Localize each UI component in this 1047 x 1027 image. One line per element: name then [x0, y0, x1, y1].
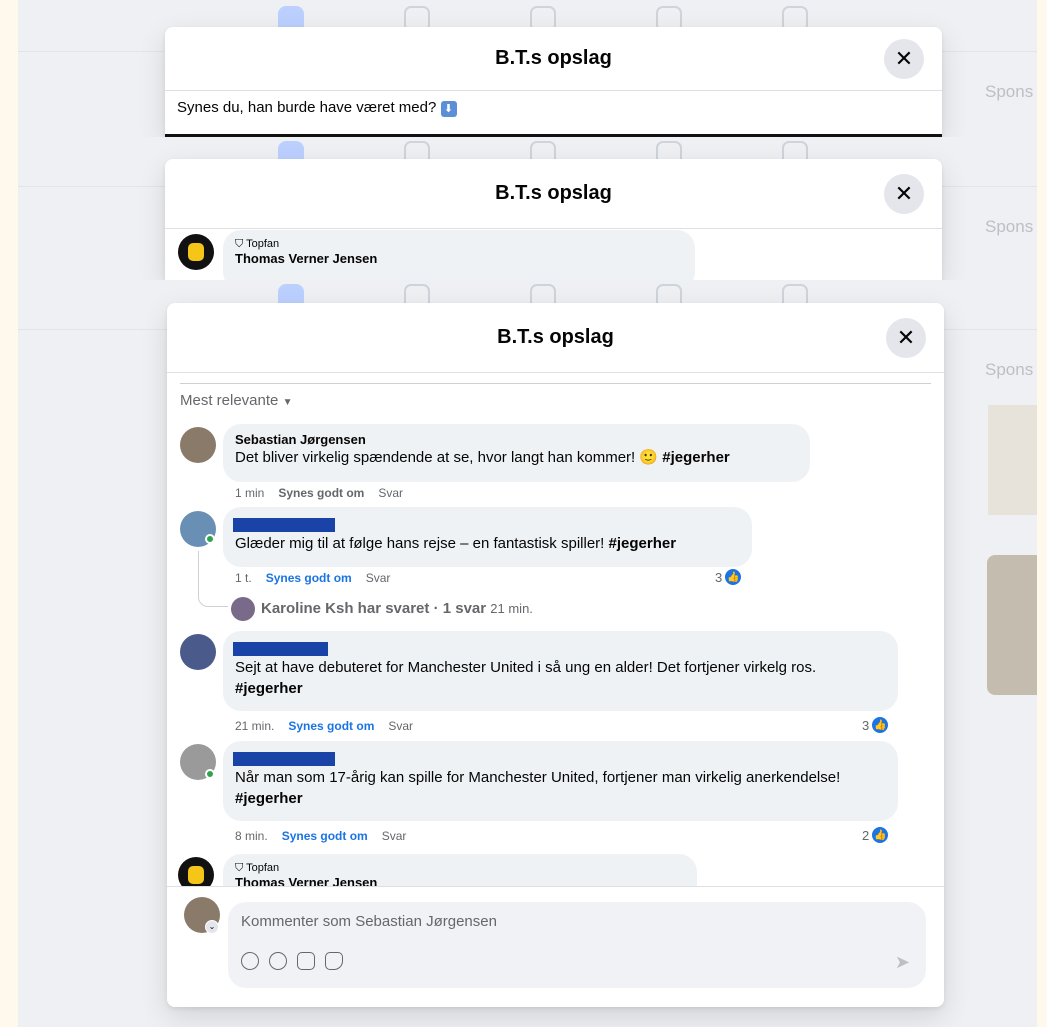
send-icon[interactable]: ➤: [895, 952, 910, 973]
sticker-icon[interactable]: [325, 952, 343, 970]
redacted-name: [233, 642, 328, 656]
sort-dropdown[interactable]: Mest relevante ▼: [180, 392, 292, 409]
like-button[interactable]: Synes godt om: [278, 486, 364, 500]
comment-bubble: Sebastian Jørgensen Det bliver virkelig …: [223, 424, 810, 482]
thread-line: [198, 551, 228, 607]
hashtag-link[interactable]: #jegerher: [609, 535, 677, 552]
comment-bubble: Glæder mig til at følge hans rejse – en …: [223, 507, 752, 567]
modal-title: B.T.s opslag: [497, 326, 614, 348]
arrow-down-emoji-icon: ⬇: [440, 101, 457, 117]
comment-time[interactable]: 1 min: [235, 486, 264, 500]
post-caption: Synes du, han burde have været med? ⬇: [165, 91, 942, 125]
post-modal-2: B.T.s opslag ✕ ⛉ Topfan Thomas Verner Je…: [165, 159, 942, 280]
comment-bubble: Når man som 17-årig kan spille for Manch…: [223, 741, 898, 821]
sponsored-label: Spons: [985, 82, 1034, 101]
hashtag-link[interactable]: #jegerher: [662, 449, 730, 466]
hashtag-link[interactable]: #jegerher: [235, 790, 303, 807]
comment-bubble: Sejt at have debuteret for Manchester Un…: [223, 631, 898, 711]
comment-time[interactable]: 21 min.: [235, 719, 274, 733]
topfan-badge: ⛉ Topfan: [235, 862, 280, 874]
post-modal-1: B.T.s opslag ✕ Synes du, han burde have …: [165, 27, 942, 137]
comment-text: Glæder mig til at følge hans rejse – en …: [235, 535, 677, 552]
gif-icon[interactable]: [297, 952, 315, 970]
online-indicator: [205, 534, 215, 544]
sponsored-label: Spons: [985, 217, 1034, 236]
reply-button[interactable]: Svar: [382, 829, 407, 843]
comment-text: Når man som 17-årig kan spille for Manch…: [235, 769, 841, 807]
post-modal-3: B.T.s opslag ✕ Mest relevante ▼ Sebastia…: [167, 303, 944, 1007]
modal-header: B.T.s opslag ✕: [167, 303, 944, 373]
redacted-name: [233, 518, 335, 532]
avatar[interactable]: [231, 597, 255, 621]
like-reaction-icon: 👍: [871, 826, 890, 844]
comment-author[interactable]: Thomas Verner Jensen: [235, 251, 683, 266]
modal-title: B.T.s opslag: [495, 47, 612, 69]
modal-header: B.T.s opslag ✕: [165, 27, 942, 91]
avatar[interactable]: [178, 234, 214, 270]
hashtag-link[interactable]: #jegerher: [235, 680, 303, 697]
reply-button[interactable]: Svar: [366, 571, 391, 585]
avatar-sticker-icon[interactable]: [241, 952, 259, 970]
emoji-icon[interactable]: [269, 952, 287, 970]
reply-button[interactable]: Svar: [388, 719, 413, 733]
ad-image[interactable]: [988, 405, 1037, 515]
modal-title: B.T.s opslag: [495, 182, 612, 204]
avatar[interactable]: [180, 427, 216, 463]
sponsored-label: Spons: [985, 360, 1034, 379]
comment-time[interactable]: 1 t.: [235, 571, 252, 585]
reaction-count[interactable]: 3 👍: [862, 716, 890, 734]
close-button[interactable]: ✕: [884, 174, 924, 214]
comment-placeholder: Kommenter som Sebastian Jørgensen: [241, 913, 497, 930]
caption-text: Synes du, han burde have været med?: [177, 99, 437, 116]
close-button[interactable]: ✕: [884, 39, 924, 79]
comment-text: Det bliver virkelig spændende at se, hvo…: [235, 449, 730, 466]
comment-actions: 1 t. Synes godt om Svar: [235, 571, 390, 585]
comment-actions: 8 min. Synes godt om Svar: [235, 829, 406, 843]
ad-image[interactable]: [987, 555, 1037, 695]
redacted-name: [233, 752, 335, 766]
chevron-down-icon[interactable]: ⌄: [205, 920, 219, 934]
like-reaction-icon: 👍: [724, 568, 743, 586]
topfan-badge: ⛉ Topfan: [235, 238, 280, 250]
like-button[interactable]: Synes godt om: [266, 571, 352, 585]
reaction-count[interactable]: 3 👍: [715, 568, 743, 586]
comment-bubble: ⛉ Topfan Thomas Verner Jensen: [223, 230, 695, 280]
view-replies-link[interactable]: Karoline Ksh har svaret · 1 svar 21 min.: [261, 600, 533, 617]
composer-area: ⌄ Kommenter som Sebastian Jørgensen ➤: [167, 886, 944, 1007]
like-button[interactable]: Synes godt om: [282, 829, 368, 843]
caret-down-icon: ▼: [282, 397, 293, 408]
like-button[interactable]: Synes godt om: [288, 719, 374, 733]
online-indicator: [205, 769, 215, 779]
comment-input[interactable]: Kommenter som Sebastian Jørgensen ➤: [228, 902, 926, 988]
reply-button[interactable]: Svar: [378, 486, 403, 500]
avatar[interactable]: [180, 634, 216, 670]
reaction-count[interactable]: 2 👍: [862, 826, 890, 844]
close-button[interactable]: ✕: [886, 318, 926, 358]
modal-header: B.T.s opslag ✕: [165, 159, 942, 229]
comment-actions: 21 min. Synes godt om Svar: [235, 719, 413, 733]
divider: [180, 383, 931, 384]
comment-actions: 1 min Synes godt om Svar: [235, 486, 403, 500]
smile-emoji-icon: 🙂: [639, 449, 659, 466]
like-reaction-icon: 👍: [871, 716, 890, 734]
comment-author[interactable]: Sebastian Jørgensen: [235, 432, 798, 447]
comment-time[interactable]: 8 min.: [235, 829, 268, 843]
comment-text: Sejt at have debuteret for Manchester Un…: [235, 659, 817, 697]
